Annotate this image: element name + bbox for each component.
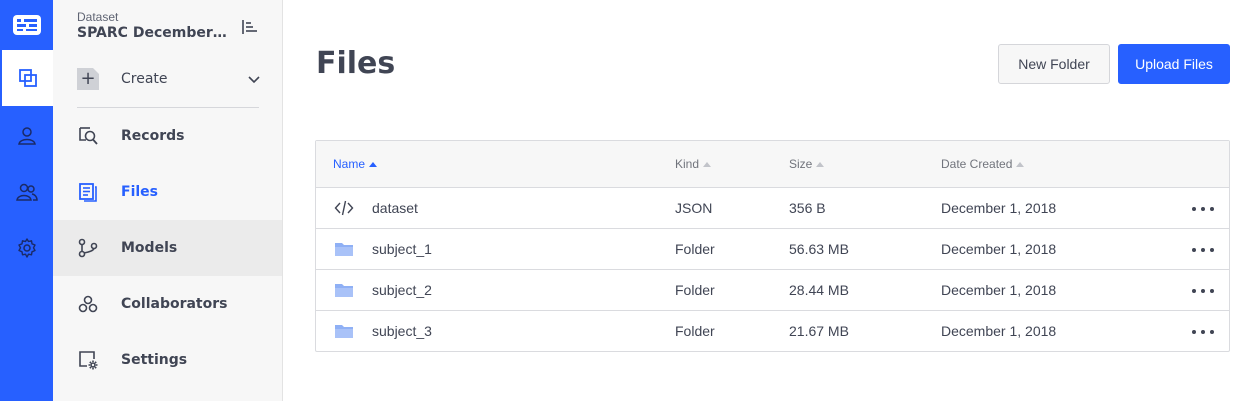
file-size: 56.63 MB (789, 241, 849, 257)
table-row[interactable]: dataset JSON 356 B December 1, 2018 (316, 188, 1229, 229)
sidebar-item-models[interactable]: Models (53, 220, 282, 276)
column-header-kind[interactable]: Kind (675, 157, 712, 171)
app-logo[interactable] (0, 0, 53, 50)
sort-icon (816, 161, 825, 167)
sidebar-item-label: Records (121, 128, 185, 144)
people-icon (15, 183, 38, 201)
file-kind: Folder (675, 241, 715, 257)
more-options-icon[interactable] (1192, 241, 1214, 259)
files-table: Name Kind Size Date Created dataset JSON… (315, 140, 1230, 352)
rail-datasets[interactable] (0, 50, 53, 106)
sidebar-item-settings[interactable]: Settings (53, 332, 282, 388)
sidebar-item-label: Collaborators (121, 296, 228, 312)
folder-icon (335, 325, 353, 338)
sidebar-item-collaborators[interactable]: Collaborators (53, 276, 282, 332)
folder-icon (335, 284, 353, 297)
table-header: Name Kind Size Date Created (316, 141, 1229, 188)
file-size: 21.67 MB (789, 323, 849, 339)
more-options-icon[interactable] (1192, 282, 1214, 300)
create-label: Create (121, 71, 168, 87)
upload-files-button[interactable]: Upload Files (1118, 44, 1230, 84)
sort-icon (703, 161, 712, 167)
folder-icon (335, 243, 353, 256)
new-folder-button[interactable]: New Folder (998, 44, 1110, 84)
sort-ascending-icon (369, 161, 378, 167)
app-rail (0, 0, 53, 401)
add-file-icon: + (77, 68, 99, 90)
table-row[interactable]: subject_3 Folder 21.67 MB December 1, 20… (316, 311, 1229, 352)
collapse-icon (242, 20, 257, 34)
models-icon (77, 237, 99, 259)
code-file-icon (334, 200, 354, 216)
person-icon (17, 127, 36, 145)
records-icon (77, 125, 99, 147)
sidebar-item-label: Files (121, 184, 158, 200)
app-logo-icon (12, 15, 41, 35)
column-header-name[interactable]: Name (333, 157, 378, 171)
collaborators-icon (77, 293, 99, 315)
chevron-down-icon (248, 76, 260, 84)
table-row[interactable]: subject_2 Folder 28.44 MB December 1, 20… (316, 270, 1229, 311)
file-kind: Folder (675, 323, 715, 339)
file-size: 28.44 MB (789, 282, 849, 298)
rail-team[interactable] (0, 164, 53, 220)
file-date: December 1, 2018 (941, 282, 1057, 298)
datasets-icon (18, 69, 37, 87)
file-date: December 1, 2018 (941, 200, 1057, 216)
sidebar-item-label: Models (121, 240, 178, 256)
dataset-eyebrow: Dataset (77, 10, 119, 24)
column-header-size[interactable]: Size (789, 157, 825, 171)
more-options-icon[interactable] (1192, 323, 1214, 341)
rail-profile[interactable] (0, 108, 53, 164)
file-name[interactable]: subject_3 (372, 323, 432, 339)
file-name[interactable]: dataset (372, 200, 418, 216)
gear-icon (17, 238, 36, 258)
dataset-name[interactable]: SPARC December 20... (77, 25, 227, 41)
settings-icon (77, 349, 99, 371)
sidebar-item-records[interactable]: Records (53, 108, 282, 164)
dataset-sidebar: Dataset SPARC December 20... + Create Re… (53, 0, 283, 401)
column-label: Size (789, 157, 813, 171)
file-date: December 1, 2018 (941, 241, 1057, 257)
rail-settings[interactable] (0, 220, 53, 276)
file-kind: Folder (675, 282, 715, 298)
file-name[interactable]: subject_2 (372, 282, 432, 298)
sort-icon (1016, 161, 1025, 167)
column-label: Date Created (941, 157, 1013, 171)
table-row[interactable]: subject_1 Folder 56.63 MB December 1, 20… (316, 229, 1229, 270)
column-label: Name (333, 157, 366, 171)
column-label: Kind (675, 157, 700, 171)
file-name[interactable]: subject_1 (372, 241, 432, 257)
page-title: Files (316, 46, 396, 81)
create-menu[interactable]: + Create (77, 62, 261, 96)
sidebar-item-files[interactable]: Files (53, 164, 282, 220)
files-icon (77, 181, 99, 203)
file-size: 356 B (789, 200, 826, 216)
file-date: December 1, 2018 (941, 323, 1057, 339)
collapse-sidebar-button[interactable] (239, 16, 261, 38)
column-header-date-created[interactable]: Date Created (941, 157, 1025, 171)
sidebar-item-label: Settings (121, 352, 188, 368)
more-options-icon[interactable] (1192, 200, 1214, 218)
file-kind: JSON (675, 200, 713, 216)
